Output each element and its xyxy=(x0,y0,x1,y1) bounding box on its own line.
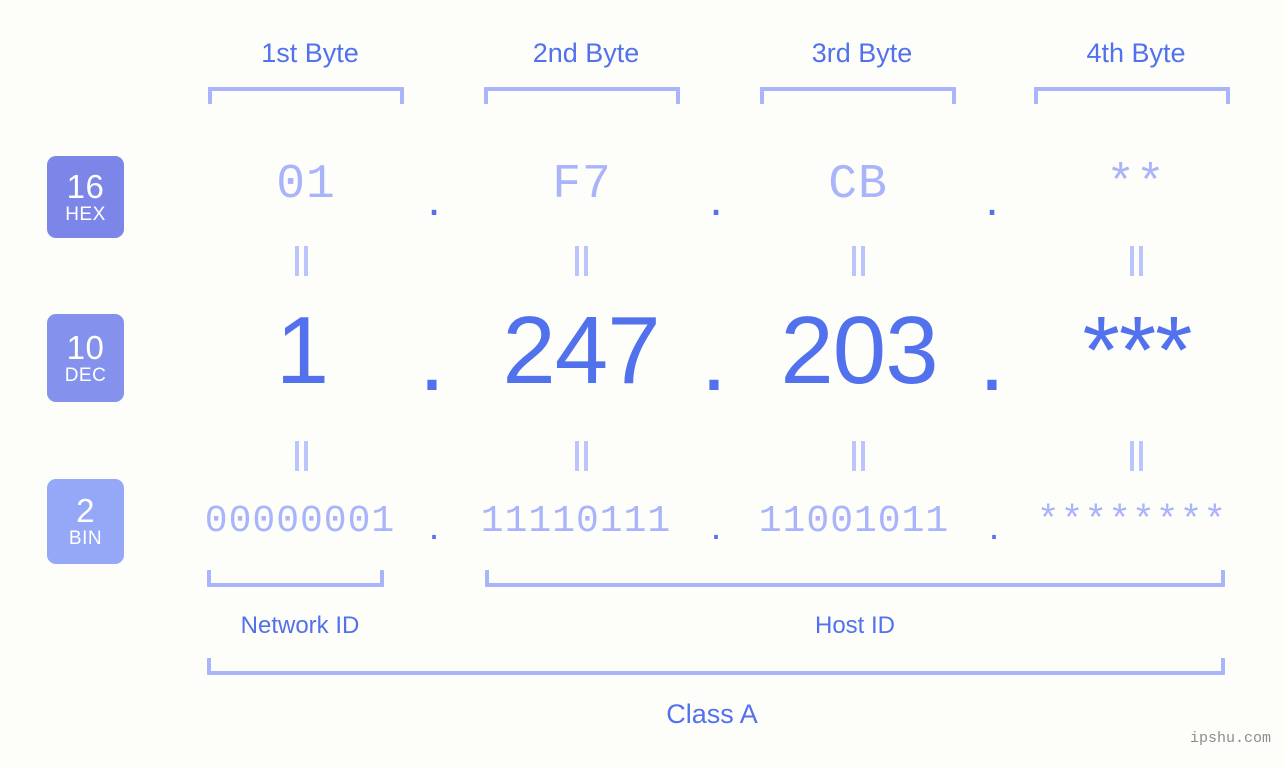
equals-separator-hex-dec-2 xyxy=(571,246,591,276)
bin-byte-1: 00000001 xyxy=(204,500,396,543)
base-badge-dec-name: DEC xyxy=(64,364,107,386)
site-watermark: ipshu.com xyxy=(1189,730,1271,747)
equals-separator-hex-dec-4 xyxy=(1126,246,1146,276)
bin-dot-1: . xyxy=(428,506,440,548)
class-label: Class A xyxy=(666,699,758,729)
equals-separator-dec-bin-4 xyxy=(1126,441,1146,471)
byte-bracket-2 xyxy=(484,87,680,104)
dec-byte-1: 1 xyxy=(275,297,329,404)
hex-dot-3: . xyxy=(985,173,999,226)
base-badge-dec: 10 DEC xyxy=(47,314,124,402)
equals-separator-hex-dec-3 xyxy=(848,246,868,276)
hex-dot-2: . xyxy=(709,173,723,226)
hex-byte-4: ** xyxy=(1106,158,1166,212)
hex-dot-1: . xyxy=(427,173,441,226)
equals-separator-hex-dec-1 xyxy=(291,246,311,276)
base-badge-bin: 2 BIN xyxy=(47,479,124,564)
dec-dot-2: . xyxy=(700,304,728,411)
hex-byte-3: CB xyxy=(828,158,888,212)
base-badge-dec-number: 10 xyxy=(66,328,105,366)
equals-separator-dec-bin-2 xyxy=(571,441,591,471)
base-badge-hex-name: HEX xyxy=(65,203,106,225)
dec-dot-1: . xyxy=(418,304,446,411)
byte-header-1: 1st Byte xyxy=(261,38,359,68)
dec-dot-3: . xyxy=(978,304,1006,411)
base-badge-bin-name: BIN xyxy=(68,528,103,549)
byte-header-3: 3rd Byte xyxy=(811,38,913,68)
network-id-label: Network ID xyxy=(240,612,360,639)
byte-bracket-3 xyxy=(760,87,956,104)
bin-dot-2: . xyxy=(710,506,722,548)
bin-byte-3: 11001011 xyxy=(758,500,950,543)
equals-separator-dec-bin-1 xyxy=(291,441,311,471)
base-badge-hex-number: 16 xyxy=(66,167,105,205)
hex-byte-1: 01 xyxy=(276,158,336,212)
host-id-label: Host ID xyxy=(814,612,895,639)
hex-byte-2: F7 xyxy=(552,158,612,212)
bin-dot-3: . xyxy=(988,506,1000,548)
class-bracket xyxy=(207,658,1225,675)
equals-separator-dec-bin-3 xyxy=(848,441,868,471)
base-badge-hex: 16 HEX xyxy=(47,156,124,238)
byte-bracket-4 xyxy=(1034,87,1230,104)
network-id-bracket xyxy=(207,570,384,587)
byte-header-2: 2nd Byte xyxy=(532,38,640,68)
byte-bracket-1 xyxy=(208,87,404,104)
bin-byte-4: ******** xyxy=(1036,500,1228,543)
host-id-bracket xyxy=(485,570,1225,587)
dec-byte-3: 203 xyxy=(780,297,938,404)
base-badge-bin-number: 2 xyxy=(76,492,95,529)
byte-header-4: 4th Byte xyxy=(1086,38,1186,68)
ip-address-breakdown-diagram: 1st Byte 2nd Byte 3rd Byte 4th Byte 16 H… xyxy=(0,0,1285,767)
dec-byte-4: *** xyxy=(1082,297,1192,404)
bin-byte-2: 11110111 xyxy=(480,500,672,543)
dec-byte-2: 247 xyxy=(502,297,660,404)
